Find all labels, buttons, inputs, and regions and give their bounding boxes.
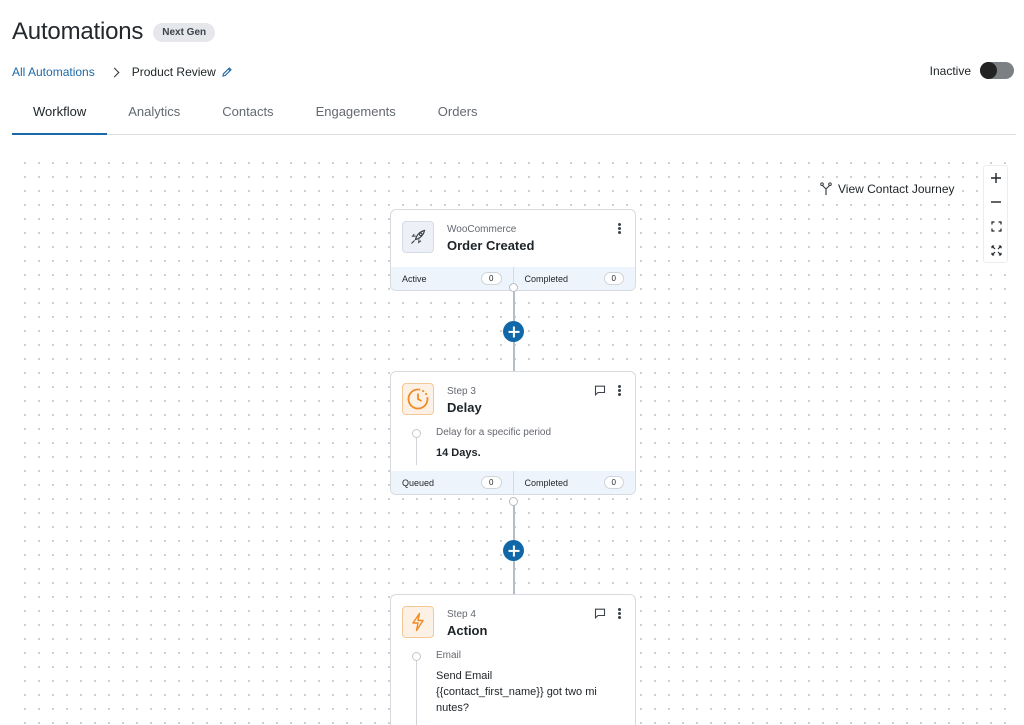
fit-view-button[interactable]	[984, 214, 1008, 238]
body-dot	[412, 652, 421, 661]
add-step-button[interactable]	[503, 540, 524, 561]
clock-icon	[407, 388, 429, 410]
stat-label: Active	[402, 273, 427, 284]
rocket-icon	[411, 229, 426, 244]
tab-bar: Workflow Analytics Contacts Engagements …	[12, 92, 1016, 135]
status-label: Inactive	[929, 63, 971, 78]
node-menu	[618, 223, 621, 234]
minus-icon	[991, 201, 1001, 203]
view-contact-journey-label: View Contact Journey	[838, 182, 955, 196]
node-title: Delay	[447, 400, 482, 415]
node-titles: Step 4 Action	[447, 606, 487, 638]
stat-label: Completed	[524, 273, 569, 284]
stat-count: 0	[481, 272, 502, 285]
node-stats: Queued 0 Completed 0	[391, 471, 635, 494]
breadcrumb: All Automations Product Review	[12, 65, 233, 79]
action-type-label: Email	[436, 650, 462, 661]
more-options-icon[interactable]	[618, 385, 621, 396]
action-name: Send Email	[436, 670, 493, 682]
view-contact-journey-button[interactable]: View Contact Journey	[818, 180, 957, 198]
node-header: Step 4 Action	[391, 595, 635, 638]
connector-dot	[509, 497, 518, 506]
add-step-button[interactable]	[503, 321, 524, 342]
body-line	[416, 653, 417, 725]
delay-label: Delay for a specific period	[436, 427, 552, 438]
automation-status: Inactive	[930, 62, 1014, 79]
node-titles: WooCommerce Order Created	[447, 221, 534, 253]
stat-queued: Queued 0	[391, 471, 513, 494]
delay-value: 14 Days.	[436, 447, 481, 459]
tab-analytics[interactable]: Analytics	[107, 92, 201, 135]
tab-orders[interactable]: Orders	[417, 92, 499, 135]
comment-icon[interactable]	[594, 385, 606, 396]
page-header: Automations Next Gen	[12, 18, 216, 46]
tab-contacts[interactable]: Contacts	[201, 92, 294, 135]
branch-icon	[820, 182, 832, 195]
stat-count: 0	[603, 476, 624, 489]
trigger-icon-box	[402, 221, 434, 253]
zoom-out-button[interactable]	[984, 190, 1008, 214]
breadcrumb-current: Product Review	[132, 65, 233, 79]
stat-count: 0	[481, 476, 502, 489]
fullscreen-icon	[990, 244, 1002, 256]
action-node[interactable]: Step 4 Action Email Send Email {{contact…	[390, 594, 636, 725]
email-subject-line-2: nutes?	[436, 702, 470, 714]
action-icon-box	[402, 606, 434, 638]
chevron-right-icon	[109, 67, 120, 77]
stat-count: 0	[603, 272, 624, 285]
action-value: Send Email {{contact_first_name}} got tw…	[436, 668, 635, 716]
body-dot	[412, 429, 421, 438]
stat-label: Completed	[524, 477, 569, 488]
toggle-knob	[980, 62, 997, 79]
status-toggle[interactable]	[980, 62, 1014, 79]
node-header: WooCommerce Order Created	[391, 210, 635, 253]
trigger-node[interactable]: WooCommerce Order Created Active 0 Compl…	[390, 209, 636, 291]
node-header: Step 3 Delay	[391, 372, 635, 415]
zoom-controls	[983, 165, 1008, 263]
stat-label: Queued	[402, 477, 435, 488]
email-subject-line-1: {{contact_first_name}} got two mi	[436, 686, 597, 698]
zoom-in-button[interactable]	[984, 166, 1008, 190]
node-titles: Step 3 Delay	[447, 383, 482, 415]
tab-engagements[interactable]: Engagements	[295, 92, 417, 135]
stat-completed: Completed 0	[512, 471, 636, 494]
breadcrumb-all-automations-link[interactable]: All Automations	[12, 65, 95, 79]
lightning-icon	[412, 612, 424, 632]
node-menu	[594, 385, 621, 396]
fit-view-icon	[990, 220, 1002, 232]
page-title: Automations	[12, 18, 144, 45]
node-title: Action	[447, 623, 488, 638]
more-options-icon[interactable]	[618, 223, 621, 234]
more-options-icon[interactable]	[618, 608, 621, 619]
comment-icon[interactable]	[594, 608, 606, 619]
next-gen-badge: Next Gen	[153, 22, 216, 42]
node-subtitle: Step 3	[447, 386, 476, 397]
delay-icon-box	[402, 383, 434, 415]
pencil-icon[interactable]	[221, 66, 233, 78]
node-subtitle: WooCommerce	[447, 224, 517, 235]
node-subtitle: Step 4	[447, 609, 476, 620]
plus-icon	[991, 173, 1001, 183]
tab-workflow[interactable]: Workflow	[12, 92, 108, 135]
node-menu	[594, 608, 621, 619]
node-body: Delay for a specific period 14 Days.	[412, 427, 635, 471]
fullscreen-button[interactable]	[984, 238, 1008, 262]
connector-dot	[509, 283, 518, 292]
delay-node[interactable]: Step 3 Delay Delay for a specific period…	[390, 371, 636, 495]
stat-completed: Completed 0	[512, 267, 636, 290]
stat-active: Active 0	[391, 267, 513, 290]
node-title: Order Created	[447, 238, 535, 253]
automation-name: Product Review	[131, 65, 216, 79]
node-body: Email Send Email {{contact_first_name}} …	[412, 650, 635, 725]
